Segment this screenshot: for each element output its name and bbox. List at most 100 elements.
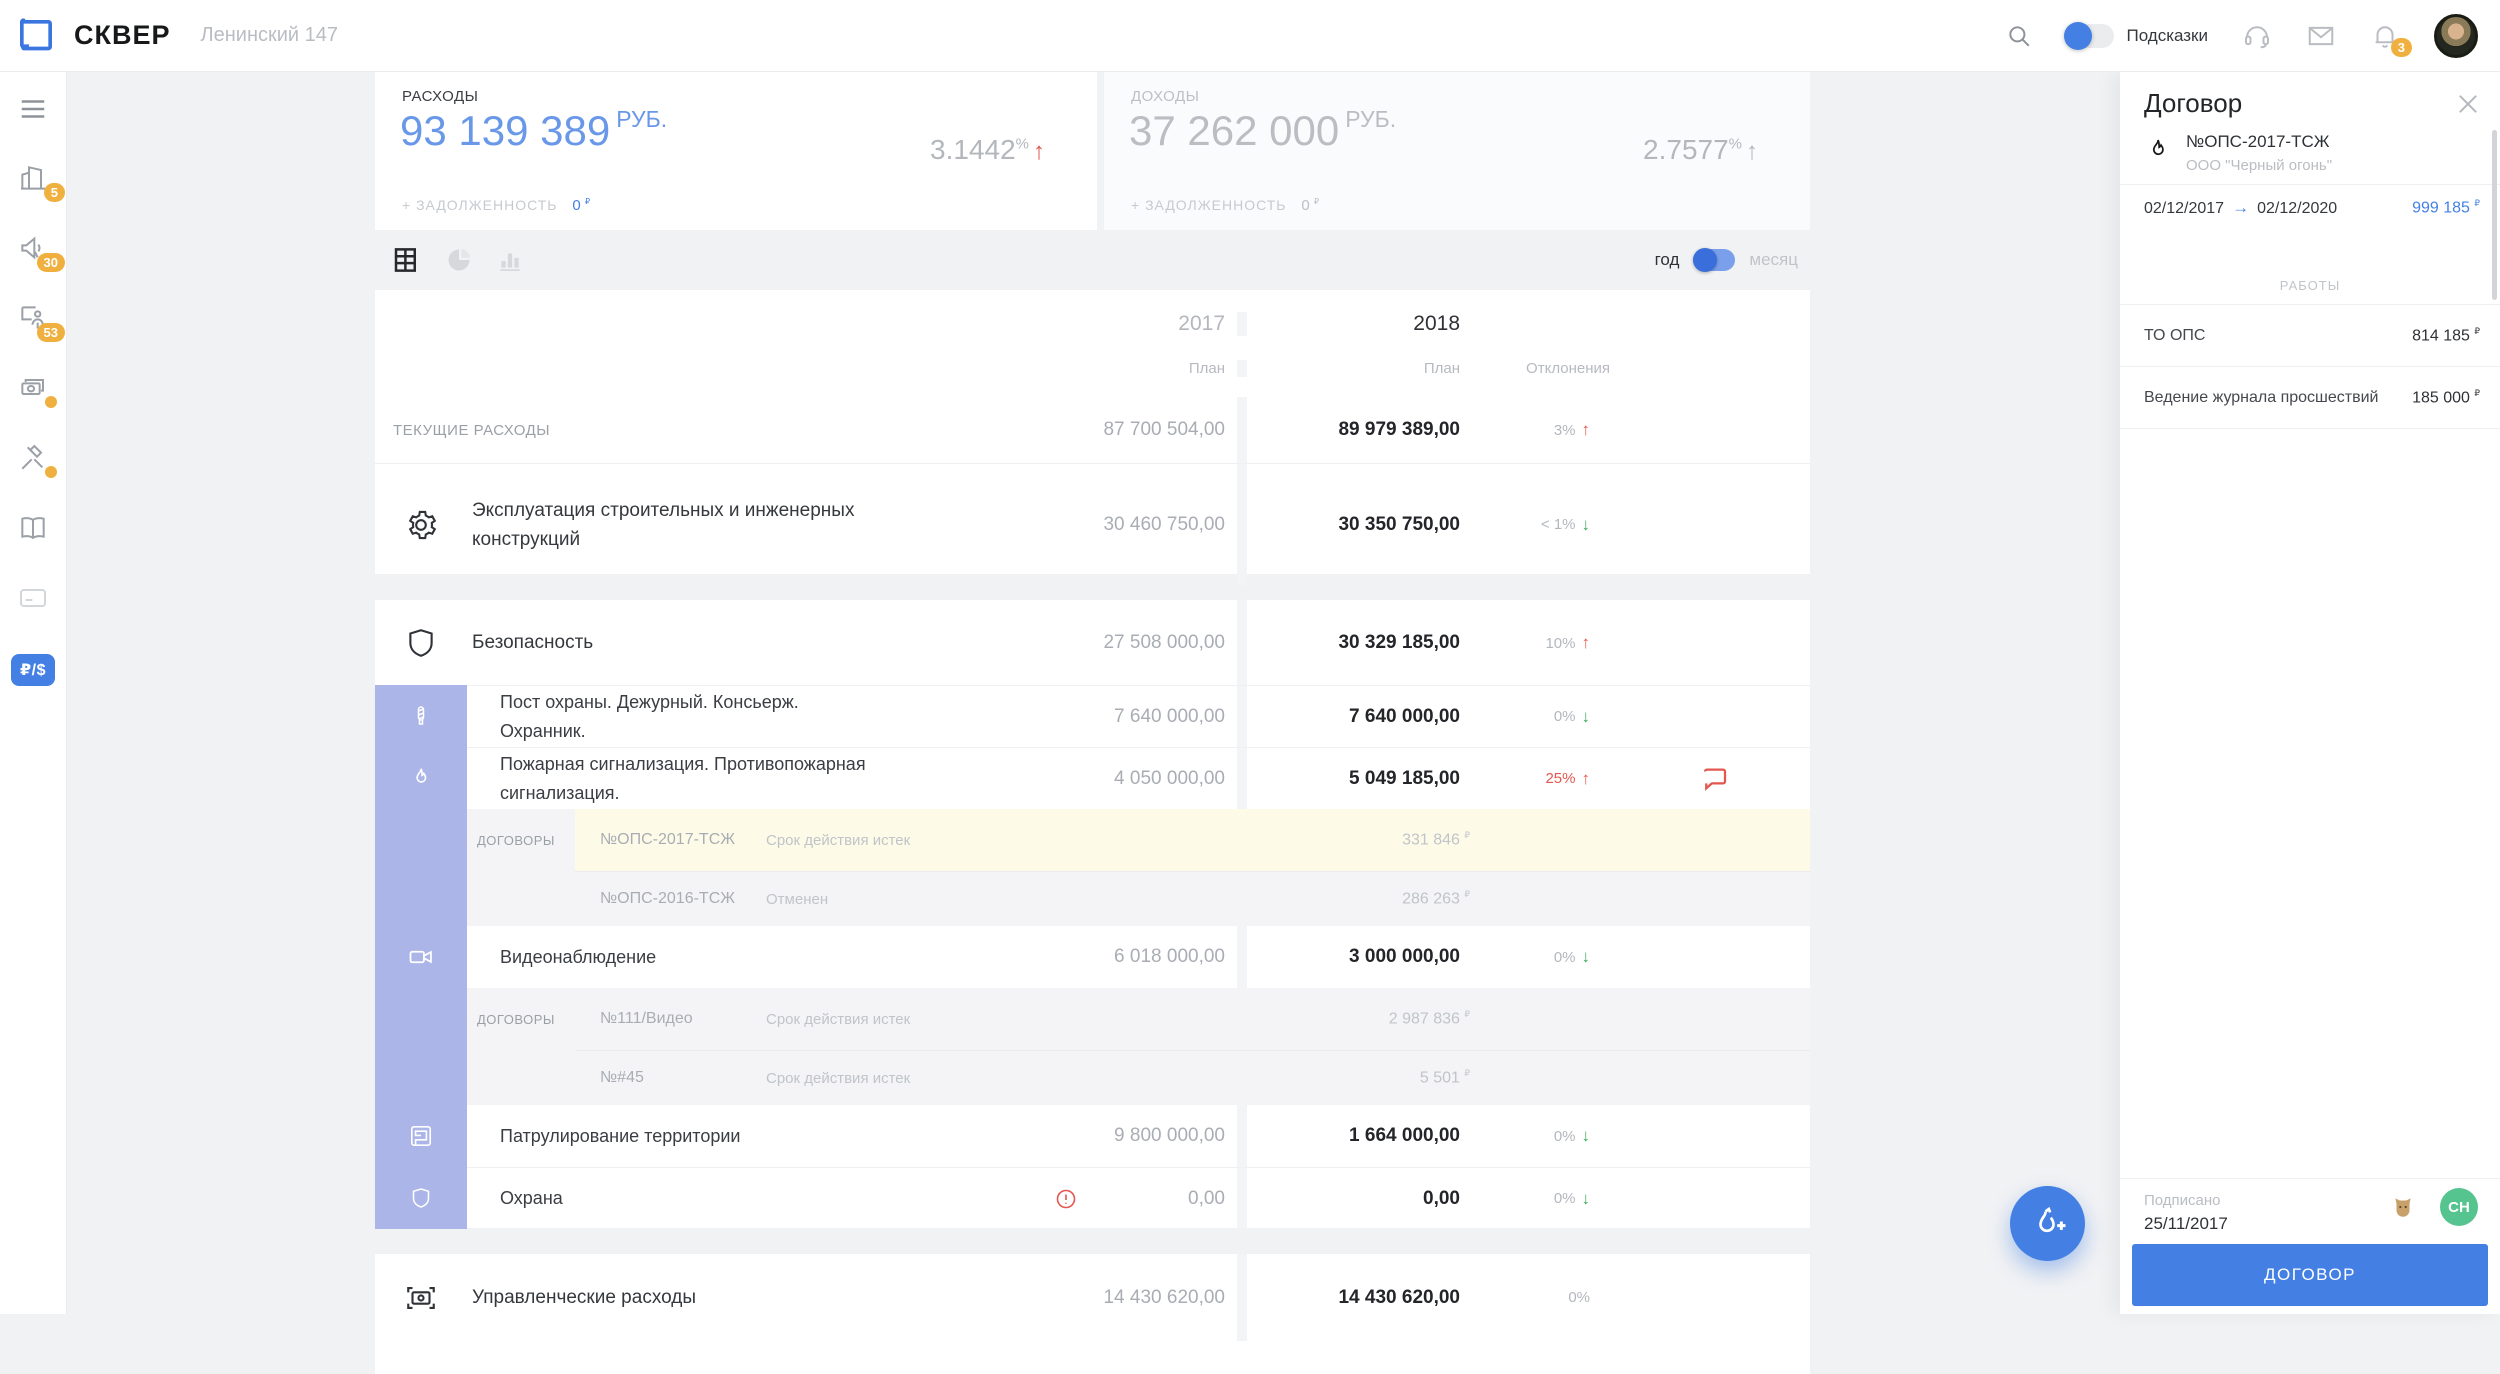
signer-avatar[interactable]: СН [2440, 1188, 2478, 1226]
notifications-bell-icon[interactable]: 3 [2370, 21, 2400, 51]
cat-sticker-icon [2390, 1194, 2416, 1220]
column-year-2018[interactable]: 2018 [1247, 312, 1470, 336]
contract-status: Отменен [766, 891, 828, 908]
contract-total-price: 999 185 ₽ [2412, 198, 2480, 217]
period-year-label[interactable]: год [1655, 250, 1680, 270]
contract-name[interactable]: №#45 [600, 1069, 750, 1087]
down-arrow-icon: ↓ [1582, 707, 1591, 727]
contract-row[interactable]: ДОГОВОРЫ №111/Видео Срок действия истек … [375, 988, 1810, 1050]
table-row[interactable]: Патрулирование территории 9 800 000,00 1… [375, 1105, 1810, 1167]
video-camera-icon [375, 926, 467, 988]
contracts-group-label: ДОГОВОРЫ [467, 988, 575, 1050]
management-expenses-card: Управленческие расходы 14 430 620,00 14 … [375, 1254, 1810, 1374]
period-month-label[interactable]: месяц [1749, 250, 1798, 270]
sidebar-item-buildings[interactable]: 5 [17, 162, 49, 194]
gear-icon [375, 463, 467, 585]
income-value: 37 262 000РУБ. [1129, 106, 1396, 155]
income-card[interactable]: ДОХОДЫ 37 262 000РУБ. 2.7577%↑ + ЗАДОЛЖЕ… [1104, 72, 1810, 230]
guard-post-icon [375, 685, 467, 747]
contract-name[interactable]: №ОПС-2016-ТСЖ [600, 890, 750, 908]
table-row[interactable]: Пожарная сигнализация. Противопожарная с… [375, 747, 1810, 809]
sidebar-item-payments[interactable] [17, 372, 49, 404]
comment-icon[interactable] [1620, 747, 1810, 809]
object-name[interactable]: Ленинский 147 [201, 24, 339, 47]
table-row[interactable]: Управленческие расходы 14 430 620,00 14 … [375, 1254, 1810, 1341]
contract-name[interactable]: №ОПС-2017-ТСЖ [600, 831, 750, 849]
table-row[interactable]: Пост охраны. Дежурный. Консьерж. Охранни… [375, 685, 1810, 747]
sidebar-item-meetings[interactable]: 53 [17, 302, 49, 334]
expenses-card[interactable]: РАСХОДЫ 93 139 389РУБ. 3.1442%↑ + ЗАДОЛЖ… [375, 72, 1097, 230]
up-arrow-icon: ↑ [1582, 769, 1591, 789]
contract-detail-panel: Договор №ОПС-2017-ТСЖ ООО "Черный огонь"… [2120, 72, 2500, 1314]
support-headset-icon[interactable] [2242, 21, 2272, 51]
buildings-badge: 5 [44, 183, 65, 202]
sidebar-item-docs[interactable] [17, 512, 49, 544]
currency-mode-button[interactable]: ₽/$ [11, 654, 55, 686]
income-debt: + ЗАДОЛЖЕННОСТЬ 0 ₽ [1131, 196, 1319, 214]
contract-value: 2 987 836 ₽ [1389, 1009, 1810, 1028]
column-year-2017[interactable]: 2017 [907, 312, 1237, 336]
contract-value: 5 501 ₽ [1420, 1068, 1810, 1087]
add-contract-fab[interactable] [2010, 1186, 2085, 1261]
contract-status: Срок действия истек [766, 1070, 910, 1087]
warning-icon[interactable] [1054, 1187, 1078, 1211]
down-arrow-icon: ↓ [1582, 947, 1591, 966]
meetings-badge: 53 [37, 323, 65, 342]
search-icon[interactable] [2006, 23, 2032, 49]
pie-chart-view-icon[interactable] [445, 246, 473, 274]
mail-icon[interactable] [2306, 21, 2336, 51]
down-arrow-icon: ↓ [1582, 515, 1591, 535]
panel-scrollbar[interactable] [2492, 130, 2497, 300]
income-label: ДОХОДЫ [1131, 88, 1199, 105]
sidebar-item-cards[interactable] [17, 582, 49, 614]
table-row[interactable]: Эксплуатация строительных и инженерных к… [375, 463, 1810, 585]
signed-date: 25/11/2017 [2144, 1214, 2228, 1234]
contract-status: Срок действия истек [766, 832, 910, 849]
contract-row-selected[interactable]: ДОГОВОРЫ №ОПС-2017-ТСЖ Срок действия ист… [375, 809, 1810, 871]
work-item[interactable]: ТО ОПС 814 185 ₽ [2120, 305, 2500, 367]
sidebar-item-works[interactable] [17, 442, 49, 474]
contract-value: 331 846 ₽ [1402, 830, 1810, 849]
bar-chart-view-icon[interactable] [497, 247, 523, 273]
user-avatar[interactable] [2434, 14, 2478, 58]
contract-number[interactable]: №ОПС-2017-ТСЖ [2186, 132, 2329, 152]
patrol-route-icon [375, 1105, 467, 1167]
total-expenses-row[interactable]: ТЕКУЩИЕ РАСХОДЫ 87 700 504,00 89 979 389… [375, 397, 1810, 463]
panel-title: Договор [2144, 88, 2242, 119]
close-icon[interactable] [2454, 90, 2482, 118]
contract-status: Срок действия истек [766, 1011, 910, 1028]
table-view-icon[interactable] [391, 245, 421, 275]
announcements-badge: 30 [37, 253, 65, 272]
table-row[interactable]: Охрана 0,00 0,00 0%↓ [375, 1167, 1810, 1229]
contract-dates: 02/12/2017→02/12/2020 [2144, 198, 2337, 218]
sidebar-item-announcements[interactable]: 30 [17, 232, 49, 264]
app-logo-icon[interactable] [16, 16, 56, 56]
payments-dot-badge [45, 396, 57, 408]
plan-2017-header: План [907, 360, 1237, 377]
menu-hamburger-icon[interactable] [18, 94, 48, 124]
contract-button[interactable]: ДОГОВОР [2132, 1244, 2488, 1306]
flame-icon [2144, 136, 2172, 164]
table-row[interactable]: Видеонаблюдение 6 018 000,00 3 000 000,0… [375, 926, 1810, 988]
contractor-company: ООО "Черный огонь" [2186, 157, 2332, 174]
hints-toggle[interactable] [2066, 24, 2114, 48]
works-section-label: РАБОТЫ [2120, 278, 2500, 293]
notifications-badge: 3 [2391, 38, 2412, 57]
works-dot-badge [45, 466, 57, 478]
shield-icon [375, 626, 467, 660]
top-header: СКВЕР Ленинский 147 Подсказки [0, 0, 2500, 72]
brand-name: СКВЕР [74, 20, 171, 51]
table-row[interactable]: Безопасность 27 508 000,00 30 329 185,00… [375, 600, 1810, 685]
expenses-percent: 3.1442%↑ [930, 134, 1045, 166]
contract-row[interactable]: №ОПС-2016-ТСЖ Отменен 286 263 ₽ [375, 871, 1810, 926]
signed-label: Подписано [2144, 1192, 2221, 1209]
period-toggle[interactable] [1693, 249, 1735, 271]
security-group: Безопасность 27 508 000,00 30 329 185,00… [375, 600, 1810, 1228]
plan-2018-header: План [1247, 360, 1470, 377]
work-item[interactable]: Ведение журнала просшествий 185 000 ₽ [2120, 367, 2500, 429]
flame-icon [375, 747, 467, 809]
shield-icon [375, 1167, 467, 1229]
contract-name[interactable]: №111/Видео [600, 1010, 750, 1028]
contract-row[interactable]: №#45 Срок действия истек 5 501 ₽ [375, 1050, 1810, 1105]
left-navigation-rail: 5 30 53 ₽/$ [0, 72, 67, 1314]
